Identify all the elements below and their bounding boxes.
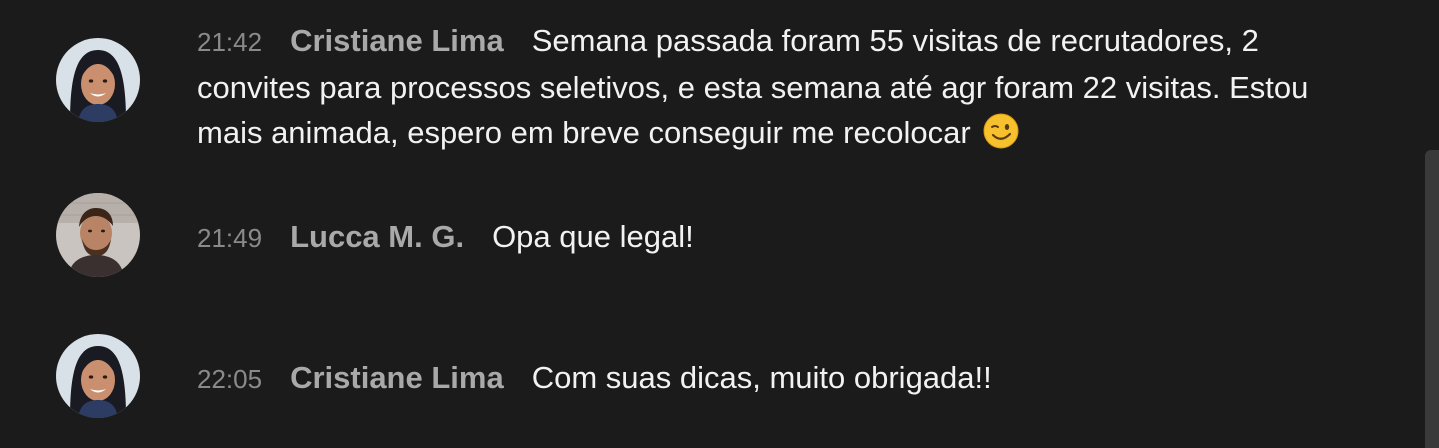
message-content: 21:42 Cristiane Lima Semana passada foram … xyxy=(197,18,1377,155)
message-text: Opa que legal! xyxy=(492,219,694,254)
message-time: 21:42 xyxy=(197,27,263,57)
message-time: 21:49 xyxy=(197,223,263,253)
message-content: 21:49 Lucca M. G. Opa que legal! xyxy=(197,214,1377,261)
chat-messages: 21:42 Cristiane Lima Semana passada foram … xyxy=(0,0,1439,448)
message-content: 22:05 Cristiane Lima Com suas dicas, muito… xyxy=(197,355,1377,402)
message-author[interactable]: Cristiane Lima xyxy=(290,360,504,395)
avatar[interactable] xyxy=(56,334,140,418)
message-author[interactable]: Cristiane Lima xyxy=(290,23,504,58)
avatar-cristiane-image xyxy=(56,334,140,418)
avatar-cristiane-image xyxy=(56,38,140,122)
winking-face-icon xyxy=(983,113,1019,149)
message-text: Com suas dicas, muito obrigada!! xyxy=(531,360,992,395)
message-time: 22:05 xyxy=(197,364,263,394)
scrollbar[interactable] xyxy=(1425,150,1439,448)
avatar[interactable] xyxy=(56,193,140,277)
message-author[interactable]: Lucca M. G. xyxy=(290,219,464,254)
avatar-lucca-image xyxy=(56,193,140,277)
avatar[interactable] xyxy=(56,38,140,122)
